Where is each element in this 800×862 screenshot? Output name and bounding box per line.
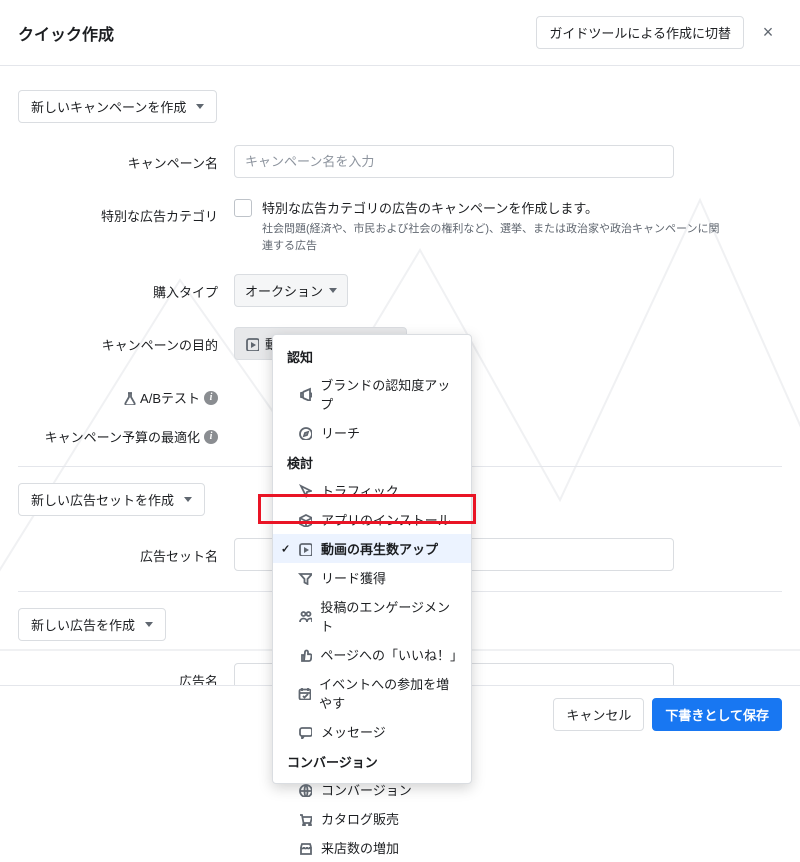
special-category-label: 特別な広告カテゴリ [18,198,218,225]
option-label: ブランドの認知度アップ [320,375,457,413]
option-label: メッセージ [321,722,386,741]
objective-option-catalog-sales[interactable]: カタログ販売 [273,804,471,833]
globe-icon [297,783,313,797]
option-label: 動画の再生数アップ [321,539,438,558]
option-label: 投稿のエンゲージメント [320,597,457,635]
play-icon [245,337,259,351]
megaphone-icon [297,387,312,401]
objective-option-conversions[interactable]: コンバージョン [273,775,471,804]
objective-option-store-visits[interactable]: 来店数の増加 [273,833,471,862]
cube-icon [297,513,313,527]
option-label: ページへの「いいね！」 [320,645,457,664]
ab-test-label: A/Bテスト i [18,380,218,407]
create-adset-dropdown[interactable]: 新しい広告セットを作成 [18,483,205,516]
menu-group-label: コンバージョン [273,746,471,775]
cancel-button[interactable]: キャンセル [553,698,644,731]
objective-option-event-response[interactable]: イベントへの参加を増やす [273,669,471,717]
budget-opt-label: キャンペーン予算の最適化 i [18,419,218,446]
check-icon: ✓ [281,542,290,555]
funnel-icon [297,571,313,585]
create-campaign-dropdown[interactable]: 新しいキャンペーンを作成 [18,90,217,123]
chevron-down-icon [184,497,192,502]
option-label: 来店数の増加 [321,838,399,857]
option-label: カタログ販売 [321,809,399,828]
option-label: イベントへの参加を増やす [319,674,457,712]
special-category-text: 特別な広告カテゴリの広告のキャンペーンを作成します。 [262,198,722,217]
chevron-down-icon [329,288,337,293]
objective-option-app-install[interactable]: アプリのインストール [273,505,471,534]
objective-menu: 認知ブランドの認知度アップリーチ検討トラフィックアプリのインストール ✓ 動画の再生… [272,334,472,784]
objective-option-engagement[interactable]: 投稿のエンゲージメント [273,592,471,640]
store-icon [297,841,313,855]
objective-option-reach[interactable]: リーチ [273,418,471,447]
option-label: リード獲得 [321,568,386,587]
chevron-down-icon [145,622,153,627]
objective-option-brand-awareness[interactable]: ブランドの認知度アップ [273,370,471,418]
special-category-help: 社会問題(経済や、市民および社会の権利など)、選挙、または政治家や政治キャンペー… [262,221,722,254]
calendar-icon [297,686,311,700]
menu-group-label: 認知 [273,341,471,370]
objective-option-lead-gen[interactable]: リード獲得 [273,563,471,592]
special-category-checkbox[interactable] [234,199,252,217]
adset-name-label: 広告セット名 [18,538,218,565]
info-icon[interactable]: i [204,430,218,444]
like-icon [297,648,312,662]
modal-title: クイック作成 [18,21,114,45]
cursor-icon [297,484,313,498]
people-icon [297,609,312,623]
save-draft-button[interactable]: 下書きとして保存 [652,698,782,731]
option-label: トラフィック [321,481,399,500]
objective-option-messages[interactable]: メッセージ [273,717,471,746]
objective-label: キャンペーンの目的 [18,327,218,354]
buying-type-dropdown[interactable]: オークション [234,274,348,307]
option-label: コンバージョン [321,780,412,799]
close-icon[interactable]: × [754,19,782,47]
create-ad-dropdown[interactable]: 新しい広告を作成 [18,608,166,641]
objective-option-page-likes[interactable]: ページへの「いいね！」 [273,640,471,669]
flask-icon [122,391,136,405]
info-icon[interactable]: i [204,391,218,405]
option-label: リーチ [321,423,360,442]
switch-to-guided-button[interactable]: ガイドツールによる作成に切替 [536,16,744,49]
compass-icon [297,426,313,440]
campaign-name-label: キャンペーン名 [18,145,218,172]
menu-group-label: 検討 [273,447,471,476]
option-label: アプリのインストール [321,510,451,529]
chevron-down-icon [196,104,204,109]
chat-icon [297,725,313,739]
cart-icon [297,812,313,826]
objective-option-video-views[interactable]: ✓ 動画の再生数アップ [273,534,471,563]
buying-type-label: 購入タイプ [18,274,218,301]
campaign-name-input[interactable] [234,145,674,178]
objective-option-traffic[interactable]: トラフィック [273,476,471,505]
play-icon [297,542,313,556]
